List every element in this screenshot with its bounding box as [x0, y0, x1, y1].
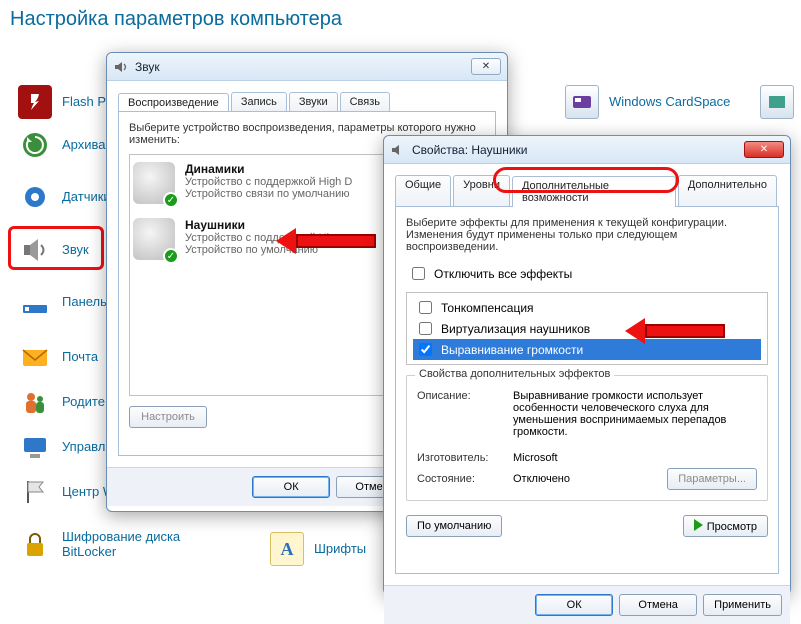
family-icon: [18, 385, 52, 419]
mail-icon: [18, 340, 52, 374]
red-arrow-headphones: [276, 228, 376, 254]
device-manager-icon: [18, 430, 52, 464]
cp-label: Родите: [62, 395, 105, 410]
vendor-key: Изготовитель:: [417, 452, 507, 464]
close-button[interactable]: ✕: [471, 58, 501, 75]
cancel-button[interactable]: Отмена: [619, 594, 697, 616]
effect-checkbox[interactable]: [419, 301, 432, 314]
backup-icon: [18, 128, 52, 162]
tab-recording[interactable]: Запись: [231, 92, 287, 111]
cp-item-bitlocker[interactable]: Шифрование диска BitLocker: [18, 528, 202, 562]
fonts-icon: A: [270, 532, 304, 566]
device-status: Устройство связи по умолчанию: [185, 188, 352, 200]
speaker-icon: [18, 233, 52, 267]
page-title: Настройка параметров компьютера: [10, 8, 342, 31]
restore-defaults-button[interactable]: По умолчанию: [406, 515, 502, 537]
cp-label: Шифрование диска BitLocker: [62, 530, 202, 560]
tab-levels[interactable]: Уровни: [453, 175, 510, 206]
properties-tabs: Общие Уровни Дополнительные возможности …: [395, 175, 779, 206]
cp-label: Шрифты: [314, 542, 366, 557]
properties-window: Свойства: Наушники ✕ Общие Уровни Дополн…: [383, 135, 791, 595]
configure-button[interactable]: Настроить: [129, 406, 207, 428]
headphone-device-icon: ✓: [133, 218, 175, 260]
device-desc: Устройство с поддержкой High D: [185, 176, 352, 188]
disable-all-label: Отключить все эффекты: [434, 267, 572, 281]
cp-label: Почта: [62, 350, 98, 365]
flag-icon: [18, 475, 52, 509]
desc-value: Выравнивание громкости использует особен…: [513, 390, 757, 438]
effect-params-button[interactable]: Параметры...: [667, 468, 757, 490]
taskbar-icon: [18, 285, 52, 319]
cardspace-icon: [565, 85, 599, 119]
effect-properties-group: Свойства дополнительных эффектов Описани…: [406, 375, 768, 501]
preview-button[interactable]: Просмотр: [683, 515, 768, 537]
flash-icon: [18, 85, 52, 119]
cp-label: Управл: [62, 440, 105, 455]
speaker-device-icon: ✓: [133, 162, 175, 204]
cp-item-parental[interactable]: Родите: [18, 385, 105, 419]
speaker-icon: [390, 142, 406, 158]
desc-key: Описание:: [417, 390, 507, 438]
cp-label: Звук: [62, 243, 89, 258]
effect-label: Виртуализация наушников: [441, 322, 590, 336]
device-name: Динамики: [185, 162, 352, 176]
properties-button-row: ОК Отмена Применить: [384, 585, 790, 624]
enhancements-intro: Выберите эффекты для применения к текуще…: [406, 217, 768, 253]
effect-label: Выравнивание громкости: [441, 343, 583, 357]
window-title: Свойства: Наушники: [412, 143, 527, 157]
sound-titlebar[interactable]: Звук ✕: [107, 53, 507, 81]
misc-icon: [760, 85, 794, 119]
properties-titlebar[interactable]: Свойства: Наушники ✕: [384, 136, 790, 164]
cp-item-mail[interactable]: Почта: [18, 340, 98, 374]
play-icon: [694, 519, 703, 531]
tab-advanced[interactable]: Дополнительно: [678, 175, 777, 206]
cp-item-sound[interactable]: Звук: [18, 233, 89, 267]
tab-playback[interactable]: Воспроизведение: [118, 93, 229, 112]
ok-button[interactable]: ОК: [252, 476, 330, 498]
vendor-value: Microsoft: [513, 452, 558, 464]
effect-checkbox[interactable]: [419, 343, 432, 356]
disable-all-effects[interactable]: Отключить все эффекты: [406, 263, 768, 284]
tab-general[interactable]: Общие: [395, 175, 451, 206]
check-icon: ✓: [163, 248, 179, 264]
effect-checkbox[interactable]: [419, 322, 432, 335]
speaker-icon: [113, 59, 129, 75]
sensors-icon: [18, 180, 52, 214]
group-title: Свойства дополнительных эффектов: [415, 368, 614, 380]
effect-label: Тонкомпенсация: [441, 301, 534, 315]
tab-enhancements[interactable]: Дополнительные возможности: [512, 176, 676, 207]
tab-communications[interactable]: Связь: [340, 92, 390, 111]
effect-bass[interactable]: Тонкомпенсация: [413, 297, 761, 318]
state-value: Отключено: [513, 473, 570, 485]
red-arrow-loudness: [625, 318, 725, 344]
lock-icon: [18, 528, 52, 562]
sound-tabs: Воспроизведение Запись Звуки Связь: [118, 92, 496, 111]
cp-label: Windows CardSpace: [609, 95, 730, 110]
cp-item-fonts[interactable]: A Шрифты: [270, 532, 366, 566]
cp-item-cardspace[interactable]: Windows CardSpace: [565, 85, 730, 119]
ok-button[interactable]: ОК: [535, 594, 613, 616]
tab-sounds[interactable]: Звуки: [289, 92, 338, 111]
cp-item-manage[interactable]: Управл: [18, 430, 105, 464]
check-icon: ✓: [163, 192, 179, 208]
cp-label: Flash P: [62, 95, 106, 110]
apply-button[interactable]: Применить: [703, 594, 782, 616]
disable-all-checkbox[interactable]: [412, 267, 425, 280]
cp-item-flash[interactable]: Flash P: [18, 85, 106, 119]
window-title: Звук: [135, 60, 160, 74]
close-button[interactable]: ✕: [744, 141, 784, 158]
state-key: Состояние:: [417, 473, 507, 485]
